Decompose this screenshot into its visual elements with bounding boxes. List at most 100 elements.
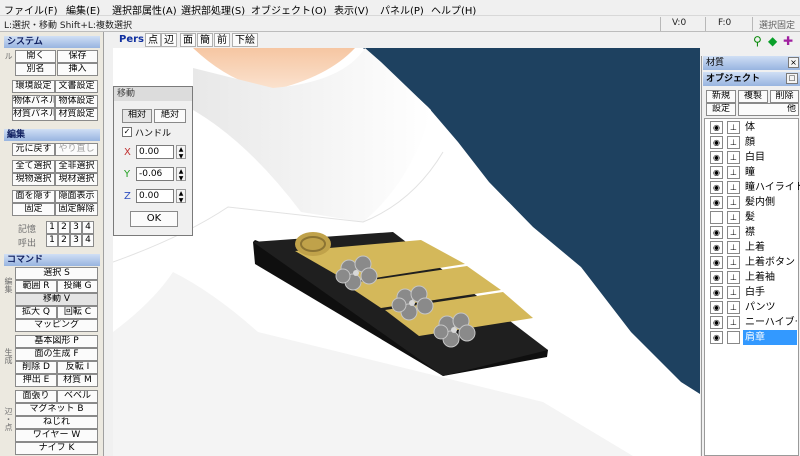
material-settings-button[interactable]: 材質設定 bbox=[55, 108, 98, 121]
lasso-tool-button[interactable]: 投縄 G bbox=[57, 280, 98, 293]
object-list-item[interactable]: ◉ ⊥ 髪内側 bbox=[707, 195, 797, 210]
eye-icon[interactable]: ◉ bbox=[710, 256, 723, 269]
knife-tool-button[interactable]: ナイフ K bbox=[15, 442, 98, 455]
x-spinner[interactable]: ▲ ▼ bbox=[176, 145, 186, 160]
lock-icon[interactable]: ⊥ bbox=[727, 121, 740, 134]
new-object-button[interactable]: 新規 bbox=[706, 90, 736, 103]
zoom-icon[interactable]: ⚲ bbox=[753, 34, 762, 48]
status-selection-lock[interactable]: 選択固定 bbox=[759, 18, 795, 31]
menu-help[interactable]: ヘルプ(H) bbox=[431, 2, 476, 17]
edge-mode-button[interactable]: 辺 bbox=[161, 33, 177, 47]
other-button[interactable]: 他 bbox=[738, 103, 799, 116]
select-all-button[interactable]: 全て選択 bbox=[12, 160, 55, 173]
lock-icon[interactable]: ⊥ bbox=[727, 286, 740, 299]
object-list-item[interactable]: ◉ ⊥ 瞳 bbox=[707, 165, 797, 180]
wire-tool-button[interactable]: ワイヤー W bbox=[15, 429, 98, 442]
select-current-object-button[interactable]: 現物選択 bbox=[12, 173, 55, 186]
object-list-item[interactable]: ◉ ⊥ 襟 bbox=[707, 225, 797, 240]
menu-edit[interactable]: 編集(E) bbox=[66, 2, 100, 17]
eye-icon[interactable]: ◉ bbox=[710, 151, 723, 164]
eye-icon[interactable]: ◉ bbox=[710, 271, 723, 284]
open-button[interactable]: 開く bbox=[15, 50, 56, 63]
object-list-item[interactable]: ◉ ⊥ パンツ bbox=[707, 300, 797, 315]
y-value-input[interactable] bbox=[136, 167, 174, 181]
recall-slot-1[interactable]: 1 bbox=[46, 234, 58, 247]
menu-view[interactable]: 表示(V) bbox=[334, 2, 369, 17]
twist-tool-button[interactable]: ねじれ bbox=[15, 416, 98, 429]
memory-slot-2[interactable]: 2 bbox=[58, 221, 70, 234]
relative-button[interactable]: 相対 bbox=[122, 109, 152, 123]
primitive-tool-button[interactable]: 基本図形 P bbox=[15, 335, 98, 348]
object-list-item[interactable]: ◉ ⊥ 白手 bbox=[707, 285, 797, 300]
stretch-face-button[interactable]: 面張り bbox=[15, 390, 57, 403]
delete-tool-button[interactable]: 削除 D bbox=[15, 361, 57, 374]
doc-settings-button[interactable]: 文書設定 bbox=[55, 80, 98, 93]
recall-slot-3[interactable]: 3 bbox=[70, 234, 82, 247]
env-settings-button[interactable]: 環境設定 bbox=[12, 80, 55, 93]
x-value-input[interactable] bbox=[136, 145, 174, 159]
mapping-tool-button[interactable]: マッピング bbox=[15, 319, 98, 332]
scale-tool-button[interactable]: 拡大 Q bbox=[15, 306, 57, 319]
lock-icon[interactable]: ⊥ bbox=[727, 226, 740, 239]
face-mode-button[interactable]: 面 bbox=[180, 33, 196, 47]
object-list-item[interactable]: ◉ ⊥ 上着袖 bbox=[707, 270, 797, 285]
undo-button[interactable]: 元に戻す bbox=[12, 143, 55, 156]
simple-mode-button[interactable]: 簡 bbox=[197, 33, 213, 47]
rotate-view-icon[interactable]: ◆ bbox=[768, 34, 777, 48]
save-button[interactable]: 保存 bbox=[57, 50, 98, 63]
eye-icon[interactable]: ◉ bbox=[710, 316, 723, 329]
object-settings-button[interactable]: 物体設定 bbox=[55, 95, 98, 108]
eye-icon[interactable]: ◉ bbox=[710, 166, 723, 179]
lock-icon[interactable]: ⊥ bbox=[727, 241, 740, 254]
eye-icon[interactable]: ◉ bbox=[710, 241, 723, 254]
lock-icon[interactable]: ⊥ bbox=[727, 196, 740, 209]
rotate-tool-button[interactable]: 回転 C bbox=[57, 306, 98, 319]
menu-selection-attr[interactable]: 選択部属性(A) bbox=[112, 2, 177, 17]
select-tool-button[interactable]: 選択 S bbox=[15, 267, 98, 280]
insert-button[interactable]: 挿入 bbox=[57, 63, 98, 76]
z-value-input[interactable] bbox=[136, 189, 174, 203]
eye-icon[interactable]: ◉ bbox=[710, 286, 723, 299]
lock-icon[interactable]: ⊥ bbox=[727, 256, 740, 269]
eye-icon[interactable]: ◉ bbox=[710, 196, 723, 209]
range-tool-button[interactable]: 範囲 R bbox=[15, 280, 57, 293]
z-spinner[interactable]: ▲ ▼ bbox=[176, 189, 186, 204]
object-list-item[interactable]: ◉ ⊥ 体 bbox=[707, 120, 797, 135]
recall-slot-4[interactable]: 4 bbox=[82, 234, 94, 247]
extrude-tool-button[interactable]: 押出 E bbox=[15, 374, 57, 387]
menu-panel[interactable]: パネル(P) bbox=[380, 2, 424, 17]
recall-slot-2[interactable]: 2 bbox=[58, 234, 70, 247]
save-as-button[interactable]: 別名 bbox=[15, 63, 56, 76]
show-hidden-face-button[interactable]: 隠面表示 bbox=[55, 190, 98, 203]
redo-button[interactable]: やり直し bbox=[55, 143, 98, 156]
y-spinner[interactable]: ▲ ▼ bbox=[176, 167, 186, 182]
object-list-item-selected[interactable]: ◉ 肩章 bbox=[707, 330, 797, 345]
lock-icon[interactable]: ⊥ bbox=[727, 181, 740, 194]
lock-icon[interactable]: ⊥ bbox=[727, 136, 740, 149]
lock-icon[interactable] bbox=[727, 331, 740, 344]
create-face-button[interactable]: 面の生成 F bbox=[15, 348, 98, 361]
hide-face-button[interactable]: 面を隠す bbox=[12, 190, 55, 203]
menu-file[interactable]: ファイル(F) bbox=[4, 2, 58, 17]
restore-icon[interactable]: □ bbox=[786, 73, 798, 84]
delete-object-button[interactable]: 削除 bbox=[770, 90, 799, 103]
lock-icon[interactable]: ⊥ bbox=[727, 211, 740, 224]
eye-icon[interactable]: ◉ bbox=[710, 181, 723, 194]
handle-checkbox[interactable]: ✓ bbox=[122, 127, 132, 137]
menu-selection-process[interactable]: 選択部処理(S) bbox=[181, 2, 245, 17]
material-tool-button[interactable]: 材質 M bbox=[57, 374, 98, 387]
select-current-material-button[interactable]: 現材選択 bbox=[55, 173, 98, 186]
object-list-item[interactable]: ◉ ⊥ 上着ボタン bbox=[707, 255, 797, 270]
pan-view-icon[interactable]: ✚ bbox=[783, 34, 793, 48]
lock-icon[interactable]: ⊥ bbox=[727, 151, 740, 164]
close-icon[interactable]: × bbox=[788, 57, 799, 68]
underlay-button[interactable]: 下絵 bbox=[232, 33, 258, 47]
object-list-item[interactable]: ◉ ⊥ 瞳ハイライト bbox=[707, 180, 800, 195]
vertex-mode-button[interactable]: 点 bbox=[145, 33, 161, 47]
eye-icon[interactable]: ◉ bbox=[710, 136, 723, 149]
object-list-item[interactable]: ⊥ 髪 bbox=[707, 210, 797, 225]
object-list-item[interactable]: ◉ ⊥ 顔 bbox=[707, 135, 797, 150]
lock-icon[interactable]: ⊥ bbox=[727, 166, 740, 179]
absolute-button[interactable]: 絶対 bbox=[154, 109, 186, 123]
memory-slot-1[interactable]: 1 bbox=[46, 221, 58, 234]
